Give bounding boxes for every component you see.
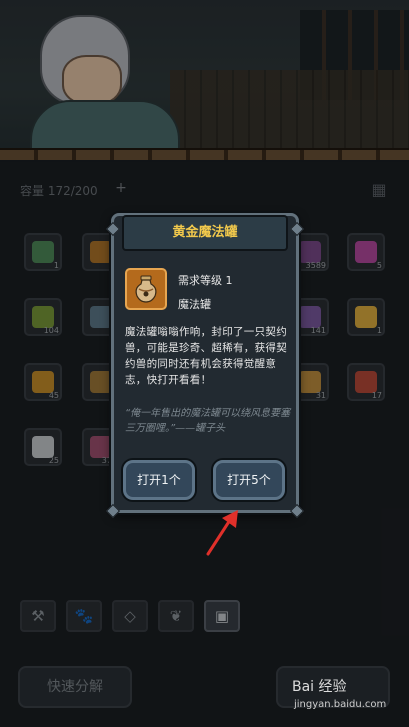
flavor-quote: “俺一年售出的魔法罐可以绕风息要塞三万圈哩。”——罐子头 bbox=[125, 408, 291, 434]
item-name: 魔法罐 bbox=[178, 298, 211, 311]
dialog-title: 黄金魔法罐 bbox=[122, 215, 288, 251]
open-one-button[interactable]: 打开1个 bbox=[123, 460, 195, 500]
item-description: 魔法罐嗡嗡作响，封印了一只契约兽，可能是珍奇、超稀有，获得契约兽的同时还有机会获… bbox=[125, 326, 287, 386]
watermark-url: jingyan.baidu.com bbox=[294, 699, 387, 710]
annotation-arrow-icon bbox=[206, 510, 238, 556]
magic-jar-icon bbox=[135, 275, 157, 303]
open-five-button[interactable]: 打开5个 bbox=[213, 460, 285, 500]
watermark-text: Bai 经验 bbox=[292, 679, 347, 695]
item-detail-dialog: 黄金魔法罐 需求等级 1 魔法罐 魔法罐嗡嗡作响，封印了一只契约兽，可能是珍奇、… bbox=[105, 213, 305, 519]
required-level: 需求等级 1 bbox=[178, 274, 233, 287]
